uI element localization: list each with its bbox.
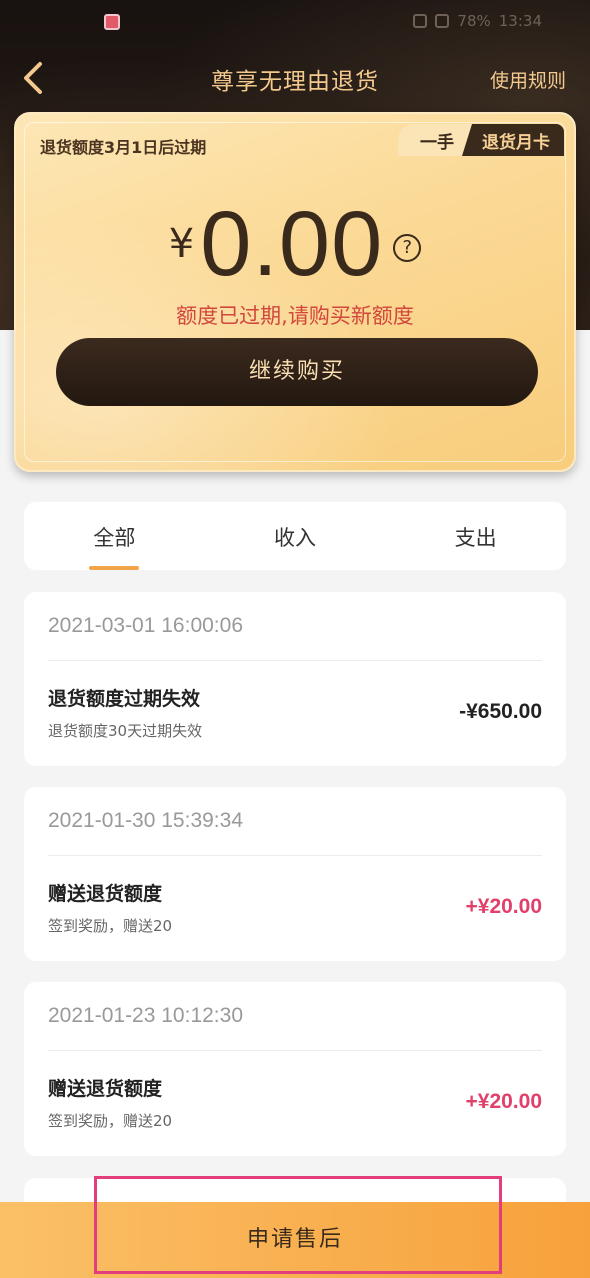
record-description: 签到奖励，赠送20 [48,1112,173,1130]
divider [48,1050,542,1051]
badge-brand: 一手 [398,124,472,156]
alarm-icon [435,14,450,28]
usage-rules-link[interactable]: 使用规则 [490,66,566,93]
battery-level: 78% [457,12,491,30]
record-amount: +¥20.00 [465,1090,543,1113]
tab-all[interactable]: 全部 [24,502,205,570]
record-title: 赠送退货额度 [48,1078,163,1100]
quota-amount: 0.00 [200,193,384,295]
quota-status-message: 额度已过期,请购买新额度 [176,304,414,328]
status-bar: 78% 13:34 [0,0,590,44]
record-time: 2021-03-01 16:00:06 [48,614,243,637]
badge-card-type: 退货月卡 [462,124,564,156]
record-item[interactable]: 2021-03-01 16:00:06 退货额度过期失效 退货额度30天过期失效… [24,592,566,766]
nav-bar: 尊享无理由退货 使用规则 [0,52,590,104]
record-title: 退货额度过期失效 [48,688,201,710]
record-title: 赠送退货额度 [48,883,163,905]
nfc-icon [413,14,428,28]
continue-purchase-button[interactable]: 继续购买 [56,338,538,406]
currency-symbol: ¥ [168,221,195,267]
record-tabs: 全部 收入 支出 [24,502,566,570]
return-quota-card: 退货额度3月1日后过期 一手 退货月卡 ¥0.00? 额度已过期,请购买新额度 … [14,112,576,472]
record-description: 签到奖励，赠送20 [48,917,173,935]
tab-income[interactable]: 收入 [205,502,386,570]
divider [48,660,542,661]
record-item[interactable]: 2021-01-30 15:39:34 赠送退货额度 签到奖励，赠送20 +¥2… [24,787,566,961]
quota-amount-row: ¥0.00? [16,192,574,297]
help-icon[interactable]: ? [393,234,422,262]
membership-badge: 一手 退货月卡 [398,124,564,156]
record-amount: -¥650.00 [459,700,542,723]
record-amount: +¥20.00 [465,895,543,918]
status-indicators: 78% 13:34 [413,12,542,30]
record-description: 退货额度30天过期失效 [48,722,203,740]
tab-expense[interactable]: 支出 [385,502,566,570]
expiry-note: 退货额度3月1日后过期 [40,138,207,157]
record-item[interactable]: 2021-01-23 10:12:30 赠送退货额度 签到奖励，赠送20 +¥2… [24,982,566,1156]
record-time: 2021-01-23 10:12:30 [48,1004,243,1027]
record-time: 2021-01-30 15:39:34 [48,809,243,832]
apply-after-sales-button[interactable]: 申请售后 [0,1202,590,1278]
app-notification-icon [104,14,120,30]
status-time: 13:34 [498,12,542,30]
divider [48,855,542,856]
